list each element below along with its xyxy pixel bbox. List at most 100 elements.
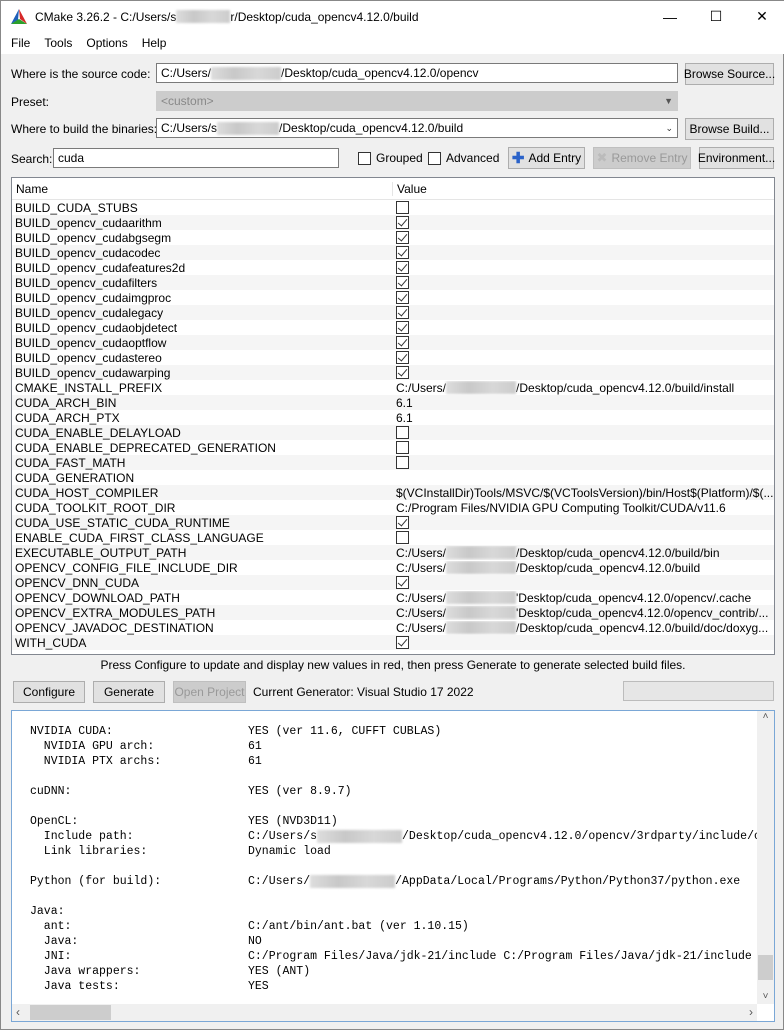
entry-value[interactable]: C:/Users/ 'Desktop/cuda_opencv4.12.0/open… xyxy=(393,606,774,620)
scroll-left-icon[interactable]: ‹ xyxy=(16,1005,20,1019)
horizontal-scrollbar[interactable]: ‹ › xyxy=(12,1004,757,1021)
minimize-button[interactable]: — xyxy=(647,1,693,32)
entry-value[interactable]: C:/Users/ /Desktop/cuda_opencv4.12.0/buil… xyxy=(393,561,774,575)
value-checkbox[interactable] xyxy=(396,366,409,379)
value-checkbox[interactable] xyxy=(396,216,409,229)
table-row[interactable]: OPENCV_EXTRA_MODULES_PATH C:/Users/ 'Deskt… xyxy=(12,605,774,620)
entry-value[interactable]: C:/Users/ /Desktop/cuda_opencv4.12.0/buil… xyxy=(393,381,774,395)
table-row[interactable]: CUDA_ENABLE_DEPRECATED_GENERATION xyxy=(12,440,774,455)
browse-source-button[interactable]: Browse Source... xyxy=(684,63,775,85)
table-row[interactable]: BUILD_opencv_cudaimgproc xyxy=(12,290,774,305)
vertical-scrollbar[interactable]: ˄ ˅ xyxy=(757,711,774,1004)
table-row[interactable]: OPENCV_DNN_CUDA xyxy=(12,575,774,590)
entry-value[interactable]: C:/Program Files/NVIDIA GPU Computing To… xyxy=(393,501,774,515)
output-key: ant: xyxy=(30,920,72,933)
add-entry-button[interactable]: ✚ Add Entry xyxy=(508,147,585,169)
table-row[interactable]: OPENCV_DOWNLOAD_PATH C:/Users/ 'Desktop/cu… xyxy=(12,590,774,605)
entry-value[interactable]: 6.1 xyxy=(393,396,774,410)
scroll-thumb[interactable] xyxy=(30,1005,111,1020)
value-checkbox[interactable] xyxy=(396,321,409,334)
table-row[interactable]: BUILD_opencv_cudawarping xyxy=(12,365,774,380)
chevron-down-icon[interactable]: ⌄ xyxy=(665,123,673,134)
redacted xyxy=(211,66,282,80)
environment-button[interactable]: Environment... xyxy=(698,147,775,169)
maximize-button[interactable]: ☐ xyxy=(693,1,739,32)
output-line: NVIDIA PTX archs: 61 xyxy=(30,754,758,769)
value-checkbox[interactable] xyxy=(396,231,409,244)
table-row[interactable]: BUILD_opencv_cudaarithm xyxy=(12,215,774,230)
scroll-right-icon[interactable]: › xyxy=(749,1005,753,1019)
header-name[interactable]: Name xyxy=(12,181,393,196)
value-checkbox[interactable] xyxy=(396,456,409,469)
value-checkbox[interactable] xyxy=(396,426,409,439)
configure-button[interactable]: Configure xyxy=(13,681,85,703)
table-row[interactable]: OPENCV_JAVADOC_DESTINATION C:/Users/ /Desk… xyxy=(12,620,774,635)
value-checkbox[interactable] xyxy=(396,276,409,289)
entry-value[interactable]: C:/Users/ /Desktop/cuda_opencv4.12.0/buil… xyxy=(393,546,774,560)
advanced-checkbox[interactable]: Advanced xyxy=(428,151,499,165)
table-row[interactable]: ENABLE_CUDA_FIRST_CLASS_LANGUAGE xyxy=(12,530,774,545)
table-row[interactable]: CUDA_HOST_COMPILER $(VCInstallDir)Tools/M… xyxy=(12,485,774,500)
generate-button[interactable]: Generate xyxy=(93,681,165,703)
remove-entry-label: Remove Entry xyxy=(611,151,688,165)
table-row[interactable]: BUILD_opencv_cudaobjdetect xyxy=(12,320,774,335)
entry-value[interactable]: $(VCInstallDir)Tools/MSVC/$(VCToolsVersi… xyxy=(393,486,774,500)
scroll-up-icon[interactable]: ˄ xyxy=(757,711,774,722)
table-row[interactable]: CUDA_ENABLE_DELAYLOAD xyxy=(12,425,774,440)
table-row[interactable]: BUILD_opencv_cudalegacy xyxy=(12,305,774,320)
menu-file[interactable]: File xyxy=(11,36,30,50)
entry-value[interactable]: C:/Users/ 'Desktop/cuda_opencv4.12.0/open… xyxy=(393,591,774,605)
table-row[interactable]: CUDA_USE_STATIC_CUDA_RUNTIME xyxy=(12,515,774,530)
source-input[interactable]: C:/Users/ /Desktop/cuda_opencv4.12.0/open… xyxy=(156,63,678,83)
table-row[interactable]: CUDA_TOOLKIT_ROOT_DIR C:/Program Files/NV… xyxy=(12,500,774,515)
value-checkbox[interactable] xyxy=(396,246,409,259)
scroll-down-icon[interactable]: ˅ xyxy=(757,991,774,1002)
browse-build-button[interactable]: Browse Build... xyxy=(685,118,774,140)
table-row[interactable]: CMAKE_INSTALL_PREFIX C:/Users/ /Desktop/cu… xyxy=(12,380,774,395)
value-checkbox[interactable] xyxy=(396,441,409,454)
value-checkbox[interactable] xyxy=(396,336,409,349)
grouped-checkbox[interactable]: Grouped xyxy=(358,151,423,165)
scroll-thumb[interactable] xyxy=(758,955,773,980)
preset-select[interactable]: <custom> ▼ xyxy=(156,91,678,111)
output-key: Python (for build): xyxy=(30,875,162,888)
menu-tools[interactable]: Tools xyxy=(44,36,72,50)
remove-entry-button[interactable]: ✖ Remove Entry xyxy=(593,147,691,169)
checkbox[interactable] xyxy=(428,151,441,165)
table-row[interactable]: BUILD_opencv_cudastereo xyxy=(12,350,774,365)
value-checkbox[interactable] xyxy=(396,516,409,529)
value-checkbox[interactable] xyxy=(396,291,409,304)
checkbox[interactable] xyxy=(358,151,371,165)
menu-options[interactable]: Options xyxy=(86,36,127,50)
table-row[interactable]: OPENCV_CONFIG_FILE_INCLUDE_DIR C:/Users/ /… xyxy=(12,560,774,575)
value-checkbox[interactable] xyxy=(396,351,409,364)
value-checkbox[interactable] xyxy=(396,576,409,589)
table-row[interactable]: CUDA_FAST_MATH xyxy=(12,455,774,470)
menu-help[interactable]: Help xyxy=(142,36,167,50)
table-row[interactable]: EXECUTABLE_OUTPUT_PATH C:/Users/ /Desktop/… xyxy=(12,545,774,560)
entry-value[interactable]: C:/Users/ /Desktop/cuda_opencv4.12.0/buil… xyxy=(393,621,774,635)
output-key: Java wrappers: xyxy=(30,965,141,978)
table-row[interactable]: BUILD_CUDA_STUBS xyxy=(12,200,774,215)
table-row[interactable]: BUILD_opencv_cudabgsegm xyxy=(12,230,774,245)
table-row[interactable]: WITH_CUDA xyxy=(12,635,774,650)
table-row[interactable]: BUILD_opencv_cudafeatures2d xyxy=(12,260,774,275)
table-row[interactable]: CUDA_GENERATION xyxy=(12,470,774,485)
value-checkbox[interactable] xyxy=(396,201,409,214)
value-checkbox[interactable] xyxy=(396,636,409,649)
build-input[interactable]: C:/Users/s/Desktop/cuda_opencv4.12.0/bui… xyxy=(156,118,678,138)
table-row[interactable]: CUDA_ARCH_PTX 6.1 xyxy=(12,410,774,425)
value-checkbox[interactable] xyxy=(396,261,409,274)
entry-value[interactable]: 6.1 xyxy=(393,411,774,425)
value-checkbox[interactable] xyxy=(396,306,409,319)
table-row[interactable]: BUILD_opencv_cudaoptflow xyxy=(12,335,774,350)
table-row[interactable]: CUDA_ARCH_BIN 6.1 xyxy=(12,395,774,410)
value-checkbox[interactable] xyxy=(396,531,409,544)
open-project-button[interactable]: Open Project xyxy=(173,681,246,703)
header-value[interactable]: Value xyxy=(393,182,427,196)
search-input[interactable]: cuda xyxy=(53,148,339,168)
table-row[interactable]: BUILD_opencv_cudacodec xyxy=(12,245,774,260)
table-row[interactable]: BUILD_opencv_cudafilters xyxy=(12,275,774,290)
entry-name: BUILD_opencv_cudaarithm xyxy=(15,215,162,230)
close-button[interactable]: ✕ xyxy=(739,1,784,32)
